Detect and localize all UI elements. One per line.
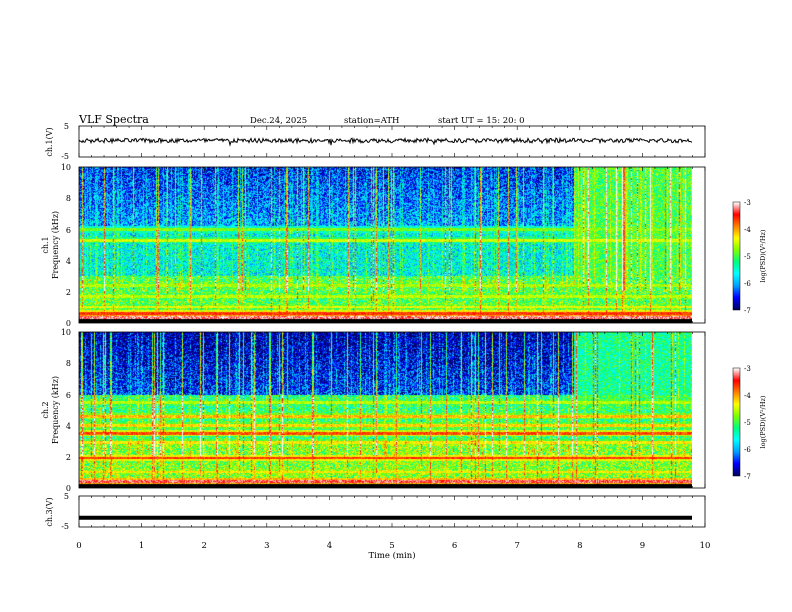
ch1-ytick-6: 6 <box>66 226 71 235</box>
ch2-ytick-4: 4 <box>66 422 71 431</box>
ch1-ytick-0: 0 <box>66 319 71 328</box>
ch2-cbar-tick-m7: -7 <box>744 473 751 481</box>
ch1-colorbar <box>733 202 740 310</box>
xtick-label-7: 7 <box>514 541 519 551</box>
xtick-label-8: 8 <box>577 541 582 551</box>
ch1-ytick-8: 8 <box>66 194 71 203</box>
vlf-spectra-figure: VLF Spectra Dec.24, 2025 station=ATH sta… <box>41 113 767 561</box>
xtick-label-9: 9 <box>640 541 645 551</box>
ch1-colorbar-label: log(PSD)(V²/Hz) <box>759 229 767 282</box>
ch2-colorbar <box>733 368 740 476</box>
ch1-ytick-2: 2 <box>66 288 71 297</box>
ch1-ytick-4: 4 <box>66 257 71 266</box>
ch1-cbar-tick-m5: -5 <box>744 253 751 261</box>
start-time-label: start UT = 15: 20: 0 <box>438 116 525 126</box>
time-axis-tick-labels: 0 1 2 3 4 5 6 7 8 9 10 <box>76 541 710 551</box>
ch2-spectrogram-channel-label: ch.2 <box>41 401 50 418</box>
ch2-spectrogram-panel: 0 2 4 6 8 10 ch.2 Frequency (kHz) -3 -4 … <box>41 328 767 493</box>
ch2-ytick-2: 2 <box>66 453 71 462</box>
ch1-cbar-tick-m3: -3 <box>744 199 751 207</box>
ch1-waveform-panel: 5 -5 ch.1(V) <box>45 122 706 161</box>
xtick-label-6: 6 <box>452 541 457 551</box>
ch1-ytick-10: 10 <box>61 163 71 172</box>
ch2-ytick-6: 6 <box>66 391 71 400</box>
ch3-waveform-ylabel: ch.3(V) <box>45 497 54 526</box>
ch2-cbar-tick-m5: -5 <box>744 419 751 427</box>
ch1-cbar-tick-m6: -6 <box>744 280 751 288</box>
ch2-ytick-10: 10 <box>61 328 71 337</box>
ch1-spectrogram-image <box>79 167 692 323</box>
ch1-spectrogram-yticks: 0 2 4 6 8 10 <box>61 163 71 328</box>
ch2-spectrogram-yticks: 0 2 4 6 8 10 <box>61 328 71 493</box>
ch2-colorbar-wrap <box>733 368 740 476</box>
ch1-colorbar-wrap <box>733 202 740 310</box>
ch2-spectrogram-ylabel: Frequency (kHz) <box>51 376 60 444</box>
xtick-label-0: 0 <box>76 541 81 551</box>
ch2-cbar-tick-m3: -3 <box>744 365 751 373</box>
ch2-spectrogram-image <box>79 332 692 488</box>
ch2-colorbar-label: log(PSD)(V²/Hz) <box>759 395 767 448</box>
ch2-cbar-tick-m6: -6 <box>744 446 751 454</box>
date-label: Dec.24, 2025 <box>250 116 307 126</box>
ch3-waveform-panel: 5 -5 ch.3(V) <box>45 492 706 531</box>
ch3-ytick-bottom: -5 <box>61 522 69 531</box>
xtick-label-4: 4 <box>327 541 332 551</box>
xtick-label-3: 3 <box>264 541 269 551</box>
xtick-label-1: 1 <box>139 541 144 551</box>
ch1-spectrogram-ylabel: Frequency (kHz) <box>51 211 60 279</box>
ch2-ytick-8: 8 <box>66 359 71 368</box>
ch3-ytick-top: 5 <box>64 492 69 501</box>
ch1-ytick-bottom: -5 <box>61 152 69 161</box>
ch2-cbar-tick-m4: -4 <box>744 392 751 400</box>
station-label: station=ATH <box>344 116 399 126</box>
ch2-spectrogram-image-wrap <box>79 332 692 488</box>
xtick-label-10: 10 <box>700 541 711 551</box>
ch3-waveform-frame <box>78 495 706 528</box>
ch1-spectrogram-image-wrap <box>79 167 692 323</box>
time-axis-label: Time (min) <box>368 550 415 561</box>
ch1-spectrogram-channel-label: ch.1 <box>41 236 50 253</box>
xtick-label-5: 5 <box>389 541 394 551</box>
ch1-waveform-ylabel: ch.1(V) <box>45 127 54 156</box>
ch1-cbar-tick-m4: -4 <box>744 226 751 234</box>
ch1-cbar-tick-m7: -7 <box>744 307 751 315</box>
ch1-spectrogram-panel: 0 2 4 6 8 10 ch.1 Frequency (kHz) -3 -4 … <box>41 163 767 328</box>
xtick-label-2: 2 <box>201 541 206 551</box>
figure-title: VLF Spectra <box>78 113 149 126</box>
ch1-ytick-top: 5 <box>64 122 69 131</box>
